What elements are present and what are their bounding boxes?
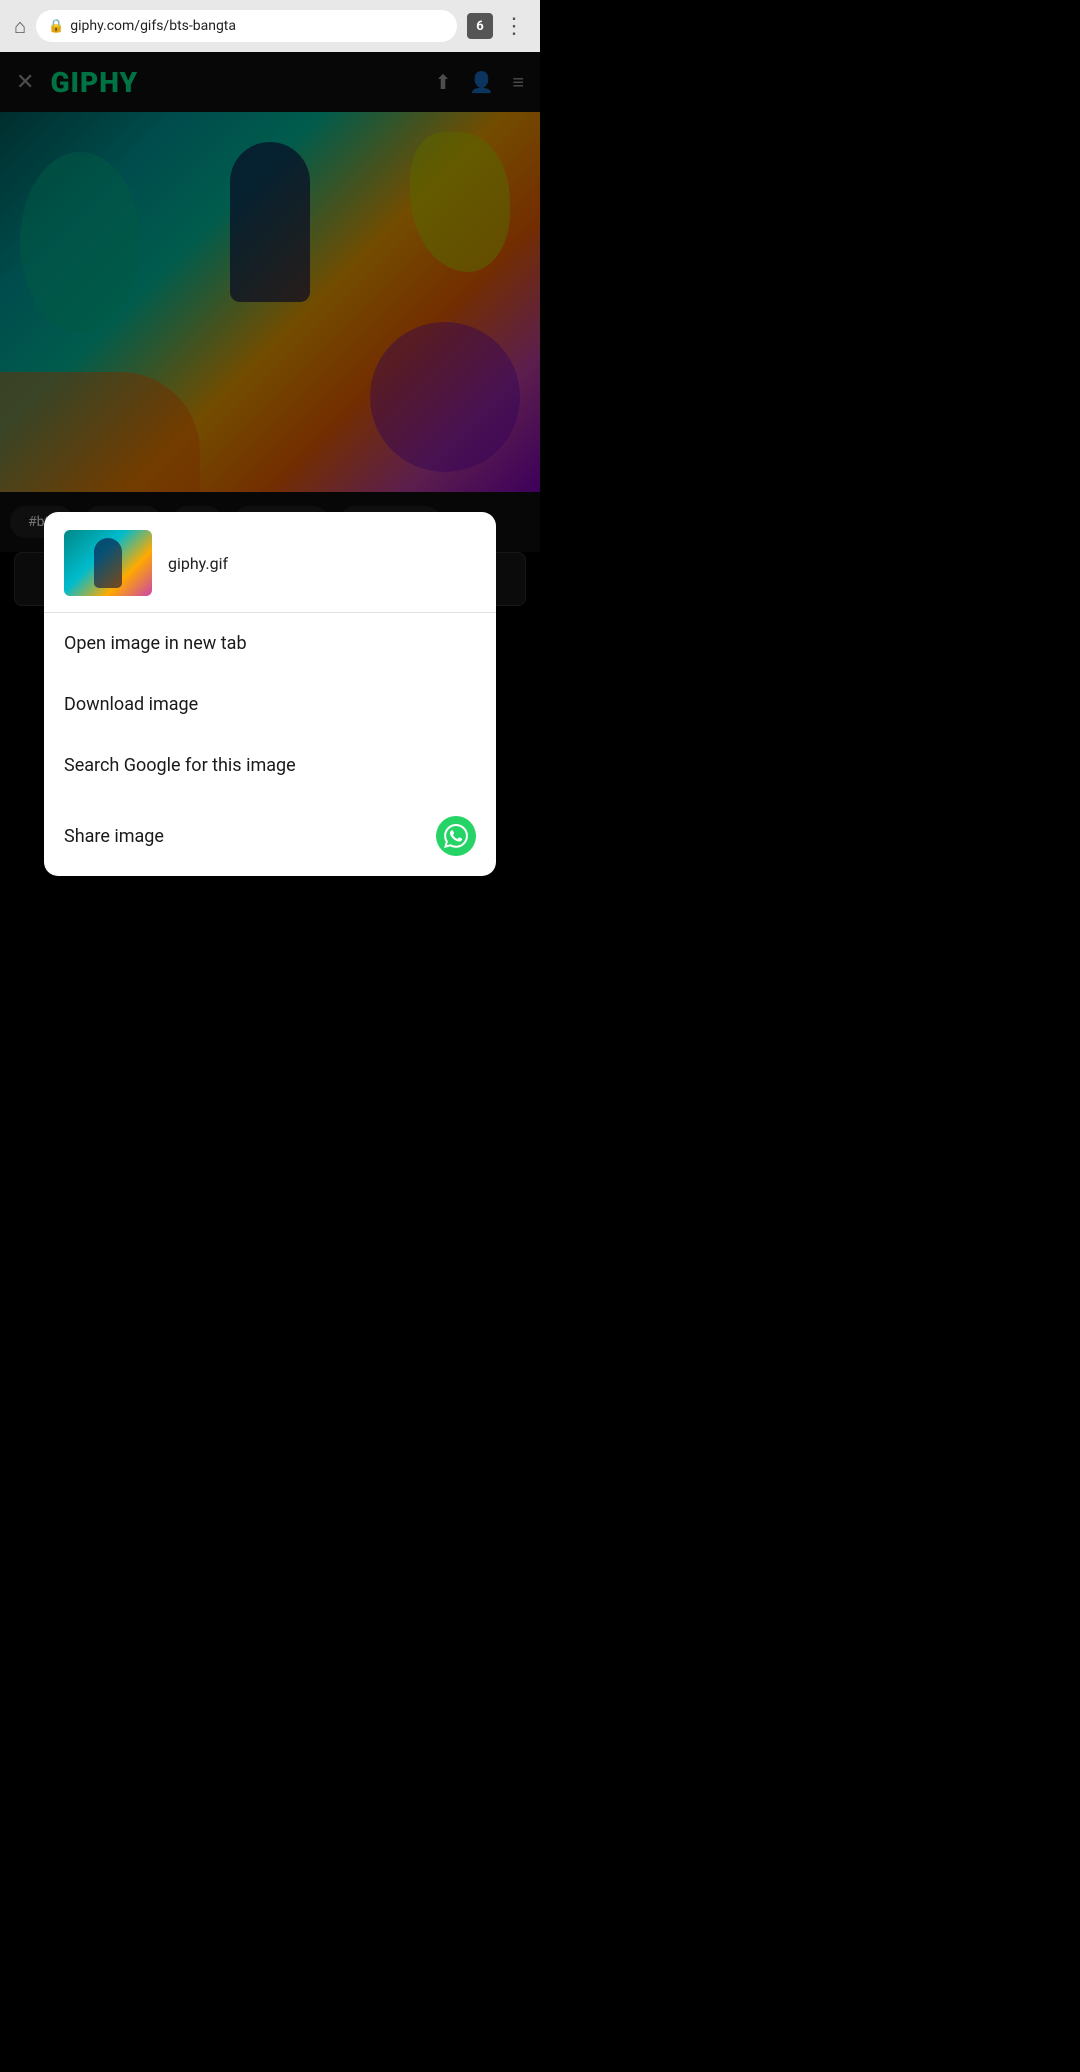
tab-count[interactable]: 6: [467, 13, 493, 39]
lock-icon: 🔒: [48, 19, 64, 34]
download-image-label: Download image: [64, 694, 198, 715]
context-menu: giphy.gif Open image in new tab Download…: [44, 512, 496, 876]
modal-preview: giphy.gif: [44, 512, 496, 613]
search-google-item[interactable]: Search Google for this image: [44, 735, 496, 796]
more-options-icon[interactable]: ⋮: [503, 14, 526, 39]
url-text: giphy.com/gifs/bts-bangta: [70, 18, 236, 34]
whatsapp-icon: [436, 816, 476, 856]
search-google-label: Search Google for this image: [64, 755, 296, 776]
download-image-item[interactable]: Download image: [44, 674, 496, 735]
share-image-label: Share image: [64, 826, 164, 847]
browser-bar: ⌂ 🔒 giphy.com/gifs/bts-bangta 6 ⋮: [0, 0, 540, 52]
open-image-new-tab-label: Open image in new tab: [64, 633, 247, 654]
home-icon[interactable]: ⌂: [14, 14, 26, 39]
url-bar[interactable]: 🔒 giphy.com/gifs/bts-bangta: [36, 10, 457, 42]
share-image-item[interactable]: Share image: [44, 796, 496, 876]
open-image-new-tab-item[interactable]: Open image in new tab: [44, 613, 496, 674]
page-background: ✕ GIPHY ⬆ 👤 ≡ #bts #crazy #v #bangtan #t…: [0, 52, 540, 1036]
gif-thumbnail: [64, 530, 152, 596]
gif-filename: giphy.gif: [168, 554, 228, 573]
